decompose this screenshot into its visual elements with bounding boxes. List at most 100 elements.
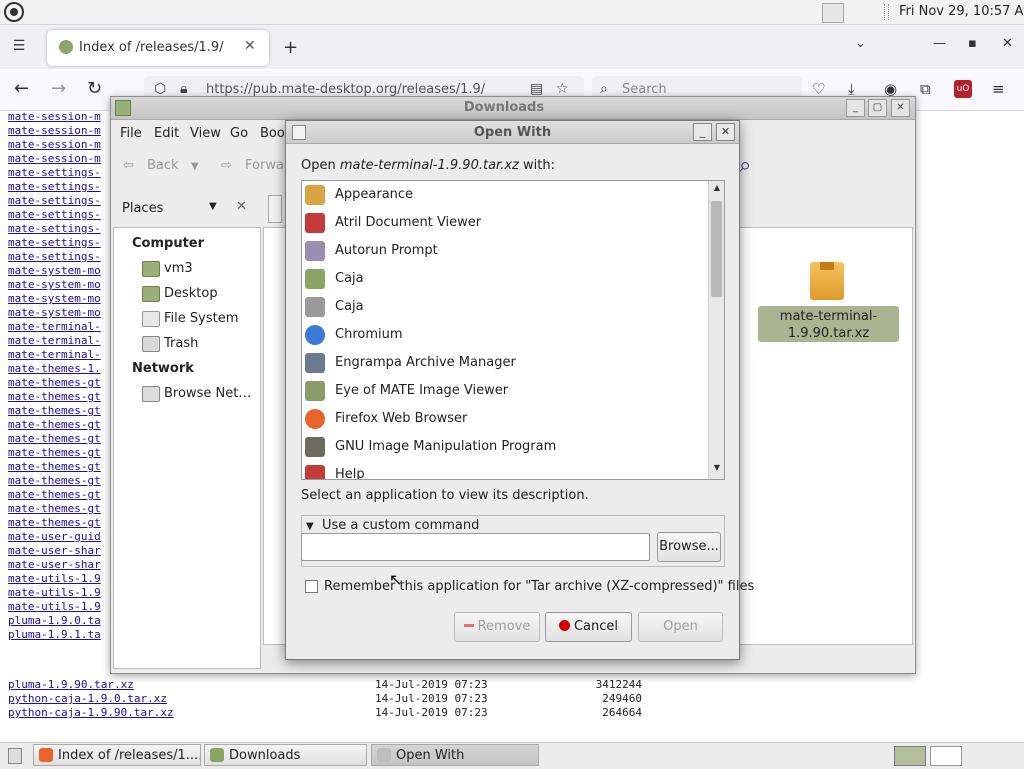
forward-arrow-icon[interactable]: →	[51, 78, 66, 99]
forward-button-label[interactable]: Forwa	[245, 158, 284, 173]
maximize-icon[interactable]: ▪	[968, 36, 977, 51]
file-link[interactable]: python-caja-1.9.0.tar.xz	[8, 692, 167, 705]
workspace-1[interactable]	[894, 746, 926, 766]
chevron-down-icon[interactable]: ▼	[209, 201, 217, 212]
file-link[interactable]: pluma-1.9.1.ta	[8, 628, 101, 641]
back-arrow-icon[interactable]: ←	[14, 78, 29, 99]
hamburger-menu-icon[interactable]: ≡	[992, 80, 1005, 98]
minimize-icon[interactable]: —	[933, 36, 946, 51]
close-window-icon[interactable]: ✕	[1002, 36, 1013, 51]
file-link[interactable]: mate-terminal-	[8, 334, 101, 347]
location-button[interactable]	[268, 195, 282, 223]
sidebar-item-trash[interactable]: Trash	[164, 336, 198, 351]
reader-view-icon[interactable]: ▤	[530, 81, 543, 97]
file-link[interactable]: mate-session-m	[8, 110, 101, 123]
file-link[interactable]: mate-system-mo	[8, 264, 101, 277]
app-item[interactable]: Firefox Web Browser	[302, 405, 706, 433]
file-link[interactable]: mate-themes-gt	[8, 376, 101, 389]
file-link[interactable]: mate-session-m	[8, 152, 101, 165]
file-link[interactable]: mate-themes-gt	[8, 502, 101, 515]
file-link[interactable]: mate-terminal-	[8, 320, 101, 333]
custom-command-expander[interactable]: ▼ Use a custom command	[306, 518, 479, 533]
maximize-icon[interactable]: ▢	[868, 99, 887, 117]
sidebar-item-filesystem[interactable]: File System	[164, 311, 238, 326]
file-link[interactable]: mate-settings-	[8, 208, 101, 221]
remember-checkbox[interactable]	[305, 580, 318, 593]
file-link[interactable]: mate-themes-gt	[8, 488, 101, 501]
remove-button[interactable]: Remove	[454, 612, 540, 642]
file-link[interactable]: mate-settings-	[8, 166, 101, 179]
file-link[interactable]: mate-settings-	[8, 250, 101, 263]
places-label[interactable]: Places	[122, 201, 163, 216]
close-icon[interactable]: ✕	[891, 99, 910, 117]
application-list[interactable]: Appearance Atril Document Viewer Autorun P…	[301, 180, 725, 480]
task-firefox[interactable]: Index of /releases/1....	[33, 744, 201, 766]
file-link[interactable]: mate-utils-1.9	[8, 600, 101, 613]
app-item[interactable]: Help	[302, 461, 706, 479]
file-link[interactable]: mate-utils-1.9	[8, 586, 101, 599]
file-link[interactable]: mate-settings-	[8, 194, 101, 207]
app-item[interactable]: Chromium	[302, 321, 706, 349]
scroll-thumb[interactable]	[711, 201, 722, 297]
show-desktop-icon[interactable]	[8, 748, 22, 764]
file-link[interactable]: mate-user-shar	[8, 558, 101, 571]
task-open-with[interactable]: Open With	[371, 744, 539, 766]
file-link[interactable]: mate-system-mo	[8, 292, 101, 305]
sidebar-item-vm3[interactable]: vm3	[164, 261, 193, 276]
file-link[interactable]: mate-themes-gt	[8, 404, 101, 417]
open-button[interactable]: Open	[638, 612, 723, 642]
app-item[interactable]: Caja	[302, 265, 706, 293]
minimize-icon[interactable]: _	[846, 99, 865, 117]
url-text[interactable]: https://pub.mate-desktop.org/releases/1.…	[206, 82, 485, 97]
sidebar-item-browse-network[interactable]: Browse Net…	[164, 386, 251, 401]
bookmark-star-icon[interactable]: ☆	[556, 81, 569, 97]
file-link[interactable]: mate-settings-	[8, 236, 101, 249]
search-icon[interactable]: ⌕	[739, 153, 751, 178]
new-tab-icon[interactable]: +	[283, 37, 298, 58]
file-link[interactable]: mate-session-m	[8, 124, 101, 137]
tab-list-icon[interactable]: ☰	[10, 37, 28, 55]
file-link[interactable]: mate-user-guid	[8, 530, 101, 543]
app-item[interactable]: Eye of MATE Image Viewer	[302, 377, 706, 405]
menu-edit[interactable]: Edit	[154, 126, 179, 141]
network-tray-icon[interactable]	[822, 3, 844, 23]
extensions-icon[interactable]: ⧉	[920, 80, 931, 98]
file-link[interactable]: mate-system-mo	[8, 306, 101, 319]
file-link[interactable]: mate-user-shar	[8, 544, 101, 557]
file-label[interactable]: mate-terminal-1.9.90.tar.xz	[758, 308, 899, 342]
minimize-icon[interactable]: _	[693, 123, 712, 141]
app-item[interactable]: Caja	[302, 293, 706, 321]
reload-icon[interactable]: ↻	[87, 78, 102, 99]
chevron-down-icon[interactable]: ⌄	[855, 36, 866, 51]
task-downloads[interactable]: Downloads	[204, 744, 367, 766]
cancel-button[interactable]: Cancel	[545, 612, 632, 642]
file-link[interactable]: mate-settings-	[8, 180, 101, 193]
browse-button[interactable]: Browse...	[657, 532, 721, 562]
menu-bookmarks[interactable]: Boo	[260, 126, 285, 141]
menu-view[interactable]: View	[190, 126, 221, 141]
app-item[interactable]: GNU Image Manipulation Program	[302, 433, 706, 461]
mate-menu-icon[interactable]	[4, 2, 24, 22]
file-link[interactable]: mate-themes-gt	[8, 474, 101, 487]
close-tab-icon[interactable]: ✕	[244, 38, 256, 54]
file-link[interactable]: mate-themes-gt	[8, 390, 101, 403]
browser-tab[interactable]: Index of /releases/1.9/ ✕	[47, 30, 269, 66]
app-item[interactable]: Autorun Prompt	[302, 237, 706, 265]
back-button-label[interactable]: Back	[147, 158, 179, 173]
back-history-chevron-icon[interactable]: ▼	[191, 161, 199, 172]
clock[interactable]: Fri Nov 29, 10:57 AM	[899, 4, 1024, 19]
menu-go[interactable]: Go	[230, 126, 248, 141]
file-link[interactable]: mate-themes-gt	[8, 446, 101, 459]
shield-icon[interactable]: ⬡	[154, 81, 166, 97]
scroll-up-icon[interactable]: ▲	[709, 183, 724, 197]
file-link[interactable]: mate-terminal-	[8, 348, 101, 361]
archive-file-icon[interactable]	[810, 262, 844, 300]
app-item[interactable]: Appearance	[302, 181, 706, 209]
back-arrow-icon[interactable]: ⇦	[123, 158, 134, 173]
file-link[interactable]: pluma-1.9.0.ta	[8, 614, 101, 627]
app-item[interactable]: Atril Document Viewer	[302, 209, 706, 237]
workspace-2[interactable]	[930, 746, 962, 766]
file-link[interactable]: mate-utils-1.9	[8, 572, 101, 585]
app-list-scrollbar[interactable]: ▲ ▼	[708, 181, 724, 479]
file-link[interactable]: mate-themes-gt	[8, 516, 101, 529]
